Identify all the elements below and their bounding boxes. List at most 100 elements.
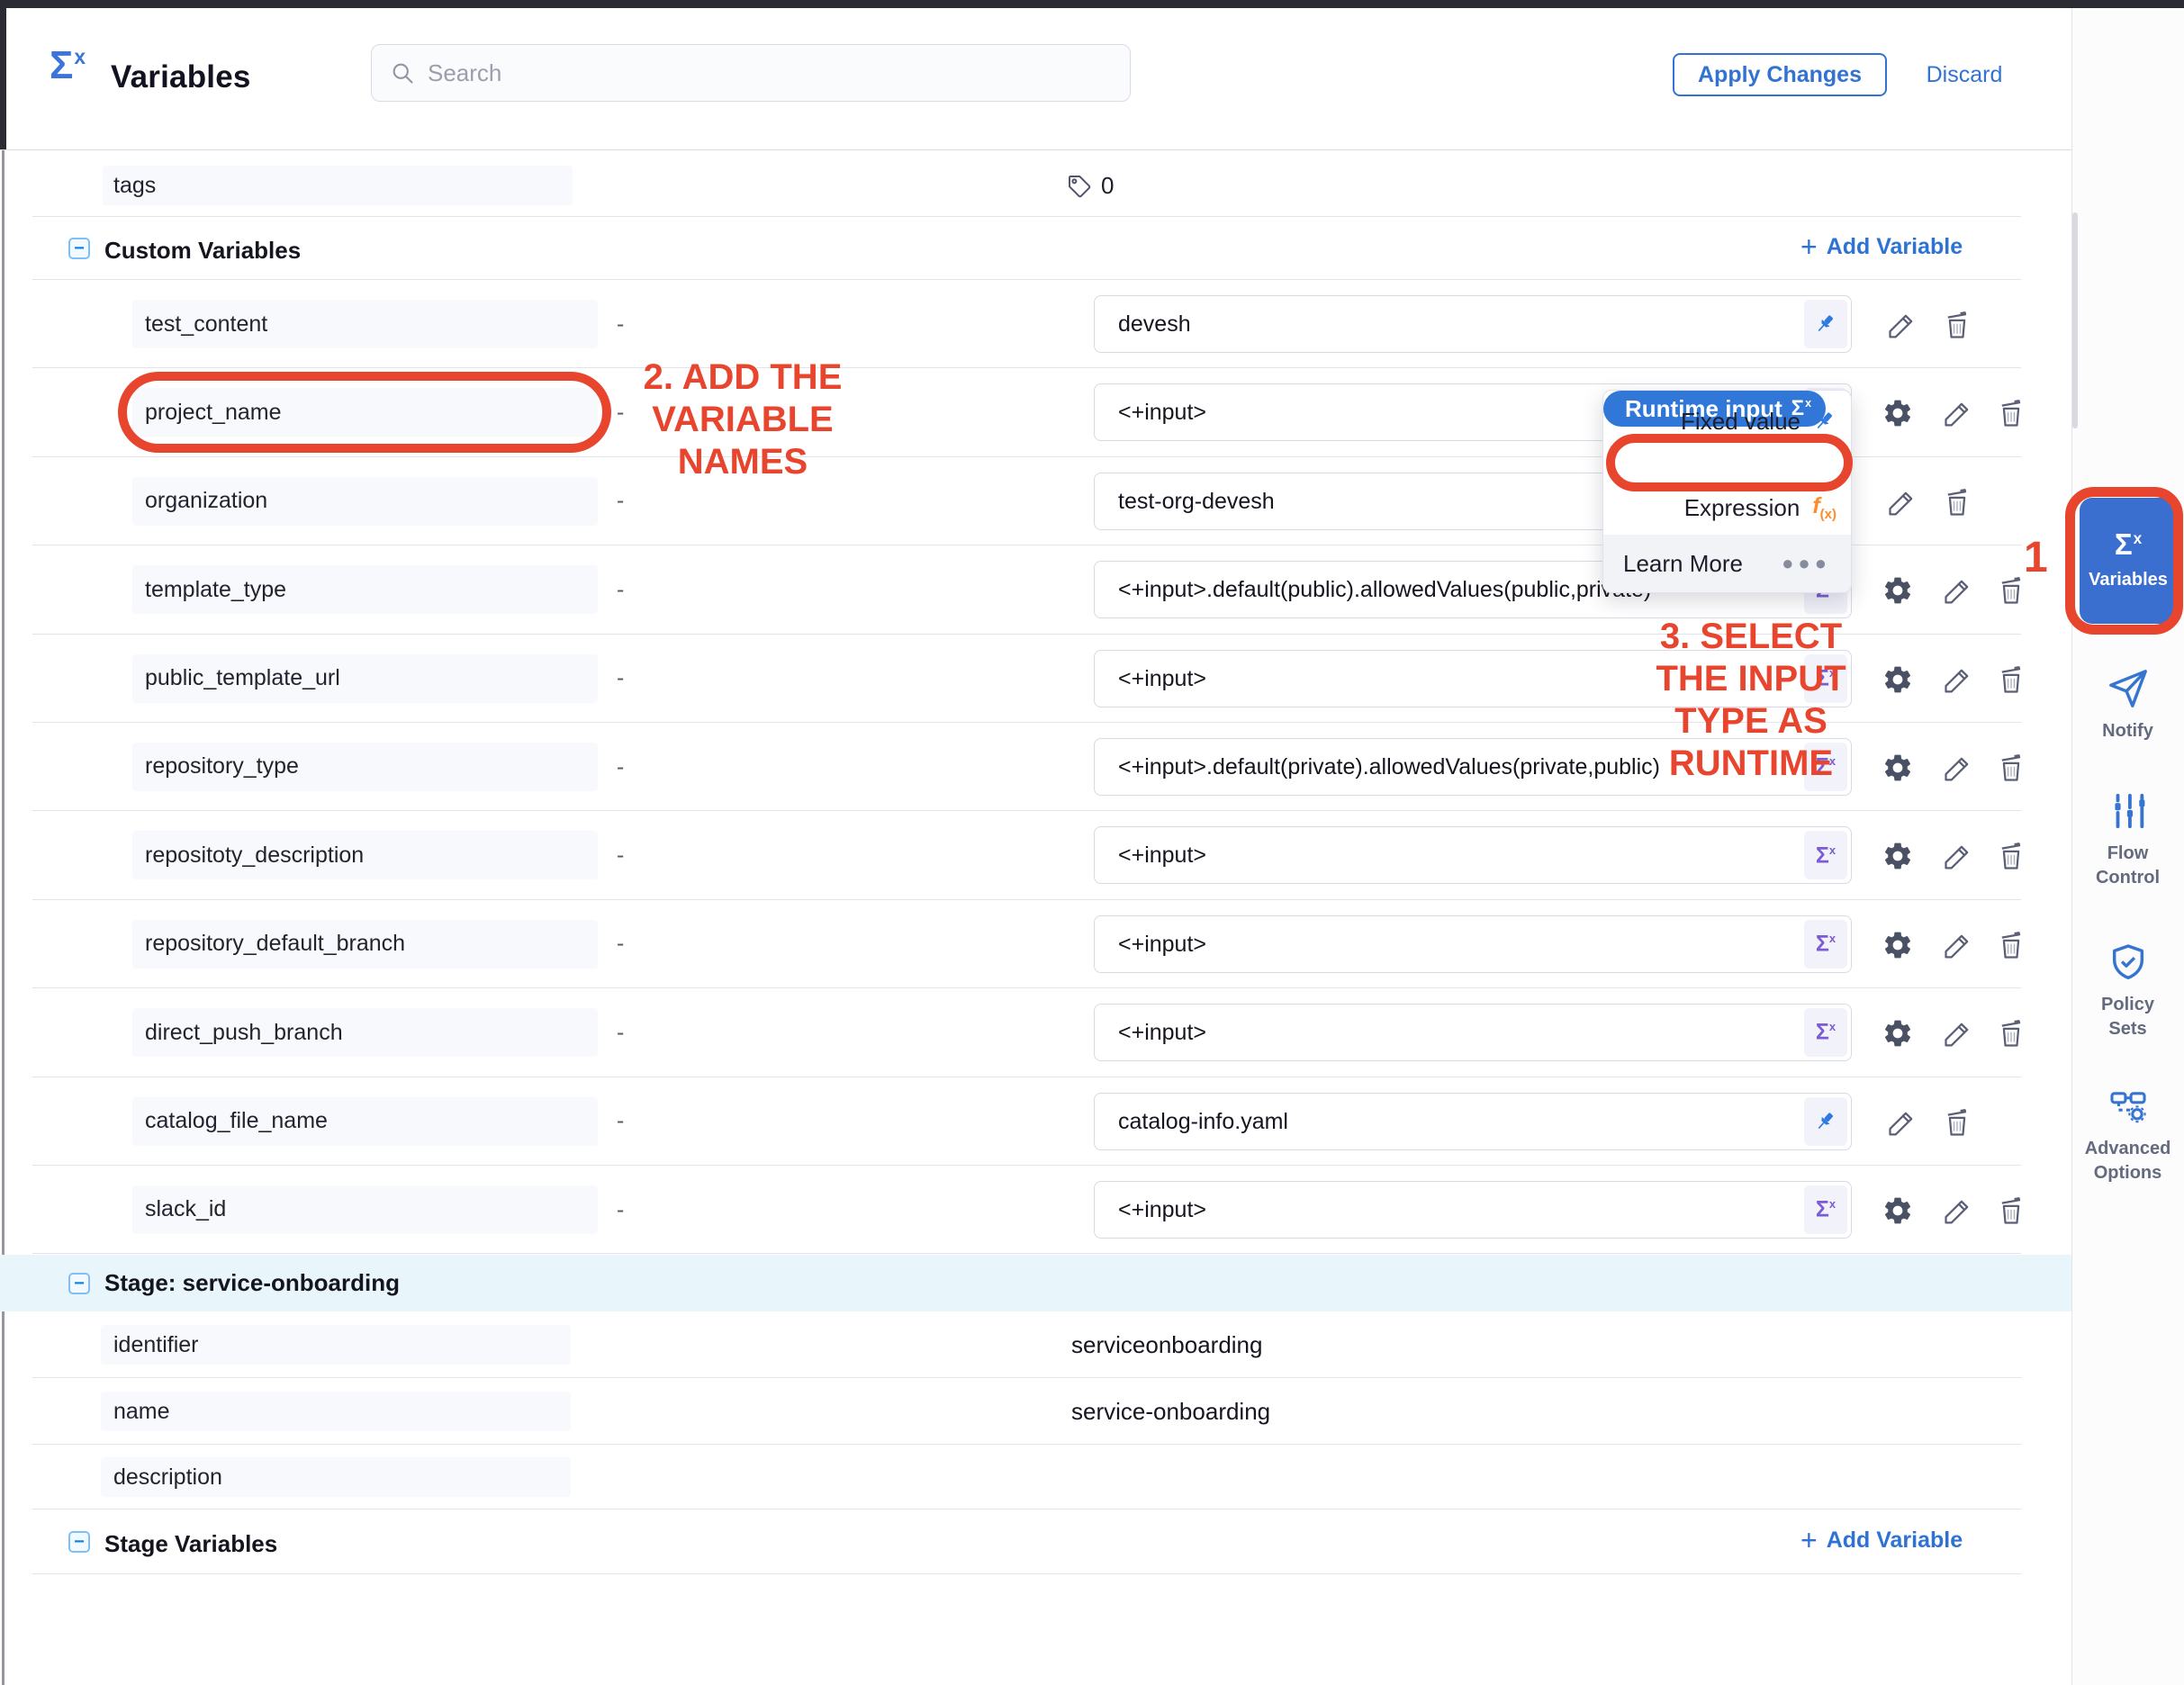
trash-icon[interactable]	[1939, 1104, 1975, 1140]
trash-icon[interactable]	[1939, 484, 1975, 520]
description-empty-dash: -	[617, 723, 624, 811]
variable-value-input[interactable]: <+input>.default(private).allowedValues(…	[1094, 738, 1852, 796]
stage-row-description: description	[0, 1445, 2071, 1509]
variable-name: project_name	[145, 400, 281, 426]
pencil-icon[interactable]	[1940, 1015, 1976, 1051]
trash-icon[interactable]	[1993, 572, 2029, 608]
rail-item-advanced-options[interactable]: AdvancedOptions	[2071, 1086, 2184, 1185]
runtime-sigma-icon[interactable]: Σx	[1804, 654, 1847, 703]
variable-name: slack_id	[145, 1196, 226, 1222]
pencil-icon[interactable]	[1940, 750, 1976, 786]
rail-item-label: Notify	[2102, 719, 2153, 743]
gear-icon[interactable]	[1880, 572, 1916, 608]
value-type-dropdown: Fixed value Runtime input Σx Expression …	[1602, 390, 1852, 593]
rail-item-policy-sets[interactable]: PolicySets	[2071, 942, 2184, 1041]
header-divider	[0, 149, 2071, 150]
pencil-icon[interactable]	[1940, 572, 1976, 608]
variable-value: <+input>	[1118, 916, 1799, 972]
search-box[interactable]	[371, 44, 1131, 102]
pencil-icon[interactable]	[1940, 395, 1976, 431]
trash-icon[interactable]	[1993, 395, 2029, 431]
variable-row-repositoty_description: repositoty_description-<+input>Σx	[0, 811, 2071, 899]
variable-value: <+input>	[1118, 651, 1799, 707]
dropdown-item-fixed-value[interactable]: Fixed value	[1603, 403, 1851, 439]
add-stage-variable-button[interactable]: + Add Variable	[1800, 1526, 1963, 1554]
search-input[interactable]	[428, 59, 1112, 87]
custom-variables-section-row: − Custom Variables + Add Variable	[0, 218, 2071, 280]
scrollbar-thumb[interactable]	[2072, 212, 2078, 428]
runtime-sigma-icon[interactable]: Σx	[1804, 831, 1847, 879]
variable-value-input[interactable]: <+input>Σx	[1094, 826, 1852, 884]
collapse-stage-variables-icon[interactable]: −	[68, 1531, 90, 1553]
variable-name: repository_default_branch	[145, 931, 405, 957]
sigma-icon: Σx	[2115, 529, 2142, 559]
fx-icon: f(x)	[1812, 495, 1837, 521]
variable-row-repository_type: repository_type-<+input>.default(private…	[0, 723, 2071, 811]
gear-icon[interactable]	[1880, 395, 1916, 431]
variable-value-input[interactable]: catalog-info.yaml	[1094, 1093, 1852, 1150]
runtime-sigma-icon[interactable]: Σx	[1804, 1185, 1847, 1234]
row-divider	[32, 1573, 2021, 1574]
pencil-icon[interactable]	[1940, 927, 1976, 963]
variable-value-input[interactable]: <+input>Σx	[1094, 1181, 1852, 1239]
dropdown-item-expression[interactable]: Expression f(x)	[1603, 490, 1851, 526]
trash-icon[interactable]	[1993, 1015, 2029, 1051]
trash-icon[interactable]	[1993, 750, 2029, 786]
pencil-icon[interactable]	[1884, 1104, 1920, 1140]
pencil-icon[interactable]	[1884, 484, 1920, 520]
rail-item-variables[interactable]: Σx Variables	[2080, 498, 2177, 624]
pin-icon	[1813, 410, 1837, 433]
gear-icon[interactable]	[1880, 838, 1916, 874]
apply-changes-button[interactable]: Apply Changes	[1673, 53, 1887, 96]
rail-item-flow-control[interactable]: FlowControl	[2071, 790, 2184, 890]
gear-icon[interactable]	[1880, 662, 1916, 698]
stage-variables-row: − Stage Variables + Add Variable	[0, 1509, 2071, 1574]
runtime-sigma-icon[interactable]: Σx	[1804, 920, 1847, 969]
rail-item-notify[interactable]: Notify	[2071, 668, 2184, 743]
variable-name: catalog_file_name	[145, 1108, 328, 1134]
custom-variables-heading: Custom Variables	[104, 237, 301, 265]
ellipsis-icon: ●●●	[1782, 552, 1831, 575]
variable-value-input[interactable]: <+input>Σx	[1094, 650, 1852, 707]
window-top-edge	[0, 0, 2184, 8]
description-empty-dash: -	[617, 900, 624, 988]
trash-icon[interactable]	[1993, 927, 2029, 963]
trash-icon[interactable]	[1939, 307, 1975, 343]
collapse-stage-icon[interactable]: −	[68, 1273, 90, 1294]
discard-button[interactable]: Discard	[1918, 53, 2011, 96]
pencil-icon[interactable]	[1940, 838, 1976, 874]
variable-name: organization	[145, 488, 267, 514]
gear-icon[interactable]	[1880, 1193, 1916, 1229]
tag-icon	[1067, 174, 1092, 199]
variable-name: test_content	[145, 311, 267, 338]
runtime-sigma-icon[interactable]: Σx	[1804, 1008, 1847, 1057]
variable-row-catalog_file_name: catalog_file_name - catalog-info.yaml	[0, 1077, 2071, 1166]
pencil-icon[interactable]	[1940, 1193, 1976, 1229]
pin-icon[interactable]	[1804, 1097, 1847, 1146]
variable-value: devesh	[1118, 296, 1799, 352]
runtime-sigma-icon[interactable]: Σx	[1804, 743, 1847, 791]
variable-value-input[interactable]: <+input>Σx	[1094, 1004, 1852, 1061]
gear-icon[interactable]	[1880, 927, 1916, 963]
rail-item-label: PolicySets	[2101, 993, 2154, 1041]
trash-icon[interactable]	[1993, 662, 2029, 698]
variable-value: <+input>	[1118, 1182, 1799, 1238]
collapse-custom-variables-icon[interactable]: −	[68, 238, 90, 259]
variable-value-input[interactable]: <+input>Σx	[1094, 915, 1852, 973]
variable-name: direct_push_branch	[145, 1020, 343, 1046]
stage-row-identifier: identifierserviceonboarding	[0, 1311, 2071, 1378]
row-divider	[32, 216, 2021, 217]
gear-icon[interactable]	[1880, 1015, 1916, 1051]
pencil-icon[interactable]	[1940, 662, 1976, 698]
plus-icon: +	[1800, 1526, 1818, 1554]
add-variable-button[interactable]: + Add Variable	[1800, 232, 1963, 261]
variable-value-input[interactable]: devesh	[1094, 295, 1852, 353]
dropdown-learn-more[interactable]: Learn More ●●●	[1603, 535, 1851, 592]
trash-icon[interactable]	[1993, 838, 2029, 874]
plane-icon	[2107, 668, 2149, 714]
trash-icon[interactable]	[1993, 1193, 2029, 1229]
description-empty-dash: -	[617, 1077, 624, 1166]
gear-icon[interactable]	[1880, 750, 1916, 786]
pin-icon[interactable]	[1804, 300, 1847, 348]
pencil-icon[interactable]	[1884, 307, 1920, 343]
